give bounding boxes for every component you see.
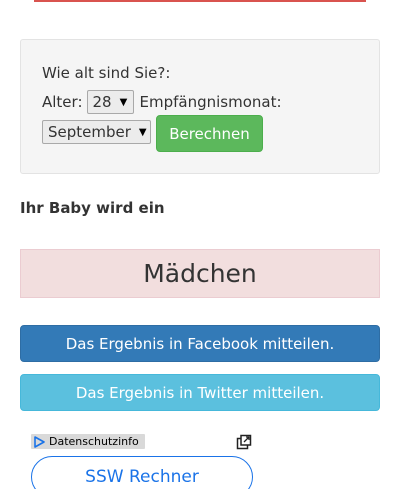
month-select-value: September	[48, 123, 131, 141]
age-label: Alter:	[42, 93, 83, 111]
result-box: Mädchen	[20, 249, 380, 298]
result-label: Ihr Baby wird ein	[20, 199, 165, 217]
age-question: Wie alt sind Sie?:	[42, 64, 171, 82]
open-in-new-icon[interactable]	[236, 434, 252, 450]
age-select[interactable]: 28 ▼	[86, 90, 134, 114]
share-facebook-button[interactable]: Das Ergebnis in Facebook mitteilen.	[20, 325, 380, 362]
month-label: Empfängnismonat:	[139, 93, 282, 111]
chevron-down-icon: ▼	[138, 126, 147, 138]
ad-privacy-badge[interactable]: Datenschutzinfo	[31, 434, 145, 449]
age-row: Alter: 28 ▼ Empfängnismonat:	[42, 90, 282, 114]
ssw-rechner-button[interactable]: SSW Rechner	[31, 456, 253, 489]
month-select[interactable]: September ▼	[42, 120, 151, 144]
result-value: Mädchen	[143, 259, 257, 288]
age-select-value: 28	[92, 93, 112, 111]
calculator-form: Wie alt sind Sie?: Alter: 28 ▼ Empfängni…	[20, 39, 380, 174]
ad-privacy-label: Datenschutzinfo	[49, 435, 139, 448]
calculate-button[interactable]: Berechnen	[156, 115, 263, 152]
share-twitter-button[interactable]: Das Ergebnis in Twitter mitteilen.	[20, 374, 380, 411]
chevron-down-icon: ▼	[119, 96, 128, 108]
top-divider	[34, 0, 366, 2]
adchoices-play-icon	[34, 435, 45, 448]
